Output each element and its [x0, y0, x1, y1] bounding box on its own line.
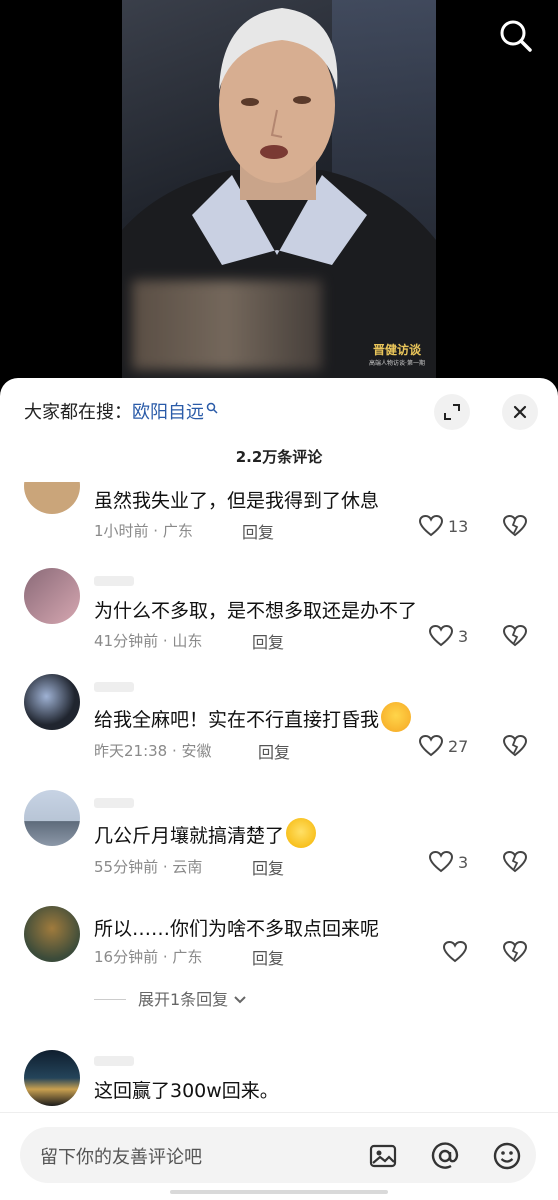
reply-button[interactable]: 回复: [242, 519, 274, 543]
like-count: 27: [448, 736, 469, 756]
broken-heart-icon: [502, 624, 528, 647]
like-count: 3: [458, 852, 469, 872]
broken-heart-icon: [502, 734, 528, 757]
avatar[interactable]: [24, 790, 80, 846]
comment-item: 几公斤月壤就搞清楚了 55分钟前 · 云南 回复 3: [0, 790, 558, 890]
comment-item: 为什么不多取，是不想多取还是办不了 41分钟前 · 山东 回复 3: [0, 568, 558, 668]
comment-meta: 1小时前 · 广东: [94, 522, 193, 540]
expand-icon: [444, 404, 460, 420]
comment-text: 虽然我失业了，但是我得到了休息: [94, 490, 380, 512]
comment-text: 为什么不多取，是不想多取还是办不了: [94, 600, 418, 622]
comment-item: 所以……你们为啥不多取点回来呢 16分钟前 · 广东 回复 展开1条回复: [0, 906, 558, 1009]
avatar[interactable]: [24, 482, 80, 514]
comment-meta: 55分钟前 · 云南: [94, 858, 203, 876]
reply-button[interactable]: 回复: [252, 945, 284, 969]
reply-button[interactable]: 回复: [252, 629, 284, 653]
small-search-icon: [206, 398, 218, 419]
username-obscured: [94, 682, 134, 692]
like-button[interactable]: 13: [418, 514, 468, 538]
blurred-caption: [132, 280, 322, 370]
comment-input[interactable]: 留下你的友善评论吧: [20, 1127, 536, 1183]
video-player[interactable]: 晋健访谈 高端人物访谈·第一期: [0, 0, 558, 385]
thinking-face-emoji: [286, 818, 317, 848]
like-count: 3: [458, 626, 469, 646]
username-obscured: [94, 1056, 134, 1066]
heart-icon: [428, 624, 454, 647]
dislike-button[interactable]: [502, 940, 528, 968]
divider: [94, 999, 126, 1000]
comment-text: 所以……你们为啥不多取点回来呢: [94, 918, 380, 940]
heart-icon: [442, 940, 468, 963]
like-count: 13: [448, 516, 469, 536]
comment-item: 给我全麻吧！实在不行直接打昏我 昨天21:38 · 安徽 回复 27: [0, 674, 558, 774]
comment-sheet: 大家都在搜：欧阳自远 2.2万条评论 虽然我失业了，但是我得到了休息 1小时前 …: [0, 378, 558, 1200]
expand-replies-label: 展开1条回复: [138, 990, 229, 1009]
heart-icon: [418, 734, 444, 757]
close-icon: [513, 405, 527, 419]
search-suggestion[interactable]: 大家都在搜：欧阳自远: [24, 398, 218, 424]
comment-meta: 昨天21:38 · 安徽: [94, 742, 212, 760]
comment-item: 虽然我失业了，但是我得到了休息 1小时前 · 广东 回复 13: [0, 482, 558, 564]
mention-icon[interactable]: [430, 1141, 460, 1171]
comment-text: 几公斤月壤就搞清楚了: [94, 818, 317, 848]
reply-button[interactable]: 回复: [252, 855, 284, 879]
emoji-icon[interactable]: [492, 1141, 522, 1171]
dislike-button[interactable]: [502, 850, 528, 878]
avatar[interactable]: [24, 906, 80, 962]
close-button[interactable]: [502, 394, 538, 430]
home-indicator: [170, 1190, 388, 1194]
like-button[interactable]: [442, 940, 468, 964]
comment-item: 这回赢了300w回来。: [0, 1050, 558, 1112]
comment-input-bar: 留下你的友善评论吧: [0, 1112, 558, 1200]
search-suggestion-prefix: 大家都在搜：: [24, 402, 132, 423]
username-obscured: [94, 798, 134, 808]
username-obscured: [94, 576, 134, 586]
image-icon[interactable]: [368, 1141, 398, 1171]
search-icon[interactable]: [498, 18, 534, 54]
comment-text: 给我全麻吧！实在不行直接打昏我: [94, 702, 412, 732]
broken-heart-icon: [502, 514, 528, 537]
dislike-button[interactable]: [502, 514, 528, 542]
heart-icon: [428, 850, 454, 873]
avatar[interactable]: [24, 568, 80, 624]
comment-input-placeholder: 留下你的友善评论吧: [40, 1147, 202, 1168]
video-frame: 晋健访谈 高端人物访谈·第一期: [122, 0, 436, 385]
comment-text: 这回赢了300w回来。: [94, 1080, 279, 1102]
dislike-button[interactable]: [502, 624, 528, 652]
comment-list[interactable]: 虽然我失业了，但是我得到了休息 1小时前 · 广东 回复 13 为什么不多取，是…: [0, 482, 558, 1112]
program-logo: 晋健访谈 高端人物访谈·第一期: [369, 343, 425, 367]
comment-text-content: 给我全麻吧！实在不行直接打昏我: [94, 709, 380, 731]
like-button[interactable]: 27: [418, 734, 468, 758]
chevron-down-icon: [234, 996, 246, 1004]
like-button[interactable]: 3: [428, 624, 468, 648]
reply-button[interactable]: 回复: [258, 739, 290, 763]
expand-replies-button[interactable]: 展开1条回复: [94, 986, 247, 1010]
search-keyword-link[interactable]: 欧阳自远: [132, 402, 204, 423]
comment-meta: 16分钟前 · 广东: [94, 948, 203, 966]
comment-text-content: 几公斤月壤就搞清楚了: [94, 825, 285, 847]
comment-meta: 41分钟前 · 山东: [94, 632, 203, 650]
broken-heart-icon: [502, 850, 528, 873]
dislike-button[interactable]: [502, 734, 528, 762]
avatar[interactable]: [24, 674, 80, 730]
like-button[interactable]: 3: [428, 850, 468, 874]
broken-heart-icon: [502, 940, 528, 963]
comment-count: 2.2万条评论: [235, 448, 323, 466]
avatar[interactable]: [24, 1050, 80, 1106]
expand-fullscreen-button[interactable]: [434, 394, 470, 430]
screaming-face-emoji: [381, 702, 412, 732]
heart-icon: [418, 514, 444, 537]
